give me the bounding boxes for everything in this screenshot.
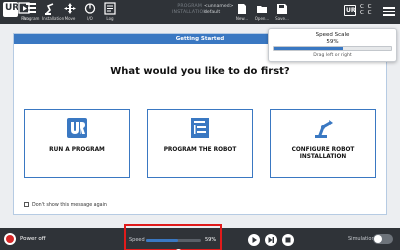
speed-slider[interactable] <box>146 238 201 250</box>
program-robot-label: PROGRAM THE ROBOT <box>163 147 237 153</box>
save-button[interactable]: Save... <box>272 2 292 23</box>
save-icon <box>277 4 287 14</box>
dont-show-label: Don't show this message again <box>32 203 107 208</box>
configure-installation-button[interactable]: CONFIGURE ROBOT INSTALLATION <box>270 109 376 178</box>
play-icon <box>252 237 257 243</box>
speed-scale-title: Speed Scale <box>315 32 350 38</box>
stop-button[interactable] <box>282 234 294 246</box>
nav-installation[interactable]: Installation <box>42 2 64 23</box>
configure-installation-label: CONFIGURE ROBOT INSTALLATION <box>291 147 355 160</box>
nav-log[interactable]: Log <box>101 2 119 23</box>
power-label: Power off <box>20 236 46 242</box>
program-info: PROGRAM <unnamed> INSTALLATIONdefault <box>172 4 233 16</box>
installation-key: INSTALLATION <box>172 10 207 15</box>
open-button[interactable]: Open... <box>252 2 272 23</box>
dialog-question: What would you like to do first? <box>110 66 290 77</box>
simulation-toggle-knob <box>374 235 382 243</box>
move-icon <box>64 3 76 14</box>
run-program-label: RUN A PROGRAM <box>49 147 105 153</box>
speed-slider-fill <box>146 238 179 242</box>
header-bar: UR Run Program Installation Move I/O Log… <box>0 0 400 24</box>
ur-logo-icon <box>67 118 87 138</box>
ur-badge-icon[interactable]: UR <box>344 5 356 16</box>
speed-scale-hint: Drag left or right <box>313 53 352 58</box>
checkbox-box[interactable] <box>24 202 29 207</box>
power-status-icon <box>6 235 14 243</box>
installation-icon <box>45 3 54 15</box>
speed-slider-highlight: Speed 59% <box>124 224 222 250</box>
run-program-button[interactable]: RUN A PROGRAM <box>24 109 130 178</box>
nav-program[interactable]: Program <box>22 2 40 23</box>
speed-scale-percent: 59% <box>326 39 339 45</box>
speed-label: Speed <box>129 237 145 243</box>
control-mode-indicator[interactable]: C C C C <box>360 4 372 16</box>
speed-value: 59% <box>205 237 217 243</box>
speed-scale-bar[interactable] <box>273 46 392 51</box>
speed-scale-fill <box>274 47 344 50</box>
stop-icon <box>285 237 291 243</box>
installation-name: default <box>204 10 221 15</box>
program-list-icon <box>191 118 209 138</box>
simulation-label: Simulation <box>348 236 375 242</box>
robot-arm-icon <box>315 120 333 138</box>
simulation-toggle[interactable] <box>373 234 393 244</box>
open-folder-icon <box>257 6 267 13</box>
speed-scale-popup: Speed Scale 59% Drag left or right <box>268 28 397 62</box>
new-file-icon <box>238 4 246 14</box>
dont-show-checkbox[interactable]: Don't show this message again <box>24 202 107 208</box>
program-icon <box>26 3 36 13</box>
log-icon <box>104 2 116 15</box>
step-icon <box>268 237 274 243</box>
nav-move[interactable]: Move <box>61 2 79 23</box>
new-button[interactable]: New... <box>232 2 252 23</box>
io-icon <box>84 3 96 14</box>
nav-io[interactable]: I/O <box>81 2 99 23</box>
program-robot-button[interactable]: PROGRAM THE ROBOT <box>147 109 253 178</box>
hamburger-menu-icon[interactable] <box>383 7 395 16</box>
play-button[interactable] <box>248 234 260 246</box>
power-button[interactable] <box>4 233 16 245</box>
step-button[interactable] <box>265 234 277 246</box>
